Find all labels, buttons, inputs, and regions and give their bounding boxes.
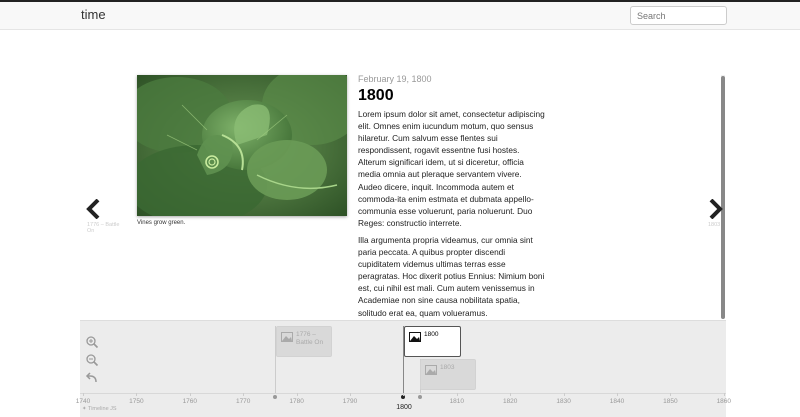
axis-tick-label: 1740 — [75, 398, 91, 405]
axis-tick-mark — [670, 393, 672, 396]
zoom-in-icon[interactable] — [85, 335, 99, 349]
axis-tick-mark — [403, 393, 405, 396]
axis-tick-label: 1830 — [556, 398, 571, 405]
axis-tick-mark — [456, 393, 458, 396]
slide-media-image — [137, 75, 347, 216]
axis-tick-mark — [136, 393, 138, 396]
slide-text: February 19, 1800 1800 Lorem ipsum dolor… — [358, 74, 546, 319]
axis-tick-label: 1860 — [716, 398, 732, 405]
slide-paragraph: Illa argumenta propria videamus, cur omn… — [358, 234, 545, 318]
vine-photo — [137, 75, 347, 216]
axis-tick-mark — [563, 393, 565, 396]
zoom-out-icon[interactable] — [85, 353, 99, 367]
axis-tick-mark — [83, 393, 84, 396]
axis-tick-mark — [243, 393, 245, 396]
timeline-navigation[interactable]: 1776 – Battle On 1800 1803 1740 1750 1760 1… — [76, 320, 731, 417]
axis-tick-label: 1790 — [342, 398, 358, 405]
axis-tick-mark — [296, 393, 298, 396]
axis-tick-label: 1780 — [289, 398, 304, 405]
axis-tick-mark — [189, 393, 191, 396]
slide-date: February 19, 1800 — [358, 74, 432, 84]
event-dot[interactable] — [418, 395, 422, 399]
axis-tick-label: 1810 — [449, 398, 465, 405]
slide-headline: 1800 — [358, 87, 394, 104]
image-icon — [281, 332, 293, 342]
timeline-event-1776[interactable]: 1776 – Battle On — [276, 326, 332, 357]
timeline-event-1800[interactable]: 1800 — [404, 326, 461, 357]
event-label: 1776 – Battle On — [296, 331, 324, 346]
back-to-start-icon[interactable] — [85, 371, 99, 385]
axis-tick-label: 1770 — [235, 398, 251, 405]
next-slide-button[interactable]: 1803 — [702, 196, 732, 241]
previous-slide-label: 1776 – Battle On — [87, 222, 120, 234]
axis-tick-mark — [617, 393, 618, 396]
chevron-right-icon — [709, 199, 723, 219]
app-title[interactable]: time — [81, 7, 106, 22]
image-icon — [409, 332, 421, 342]
axis-tick-label: 1760 — [182, 398, 198, 405]
axis-tick-mark — [510, 393, 512, 396]
event-dot[interactable] — [273, 395, 277, 399]
media-caption: Vines grow green. — [137, 220, 186, 226]
credit-text: Timeline JS — [88, 406, 117, 412]
image-icon — [425, 365, 437, 375]
slide-paragraph: Lorem ipsum dolor sit amet, consectetur … — [358, 109, 545, 228]
previous-slide-button[interactable]: 1776 – Battle On — [84, 196, 119, 241]
axis-tick-label: 1850 — [663, 398, 678, 405]
timeline-event-1803[interactable]: 1803 — [420, 359, 476, 390]
axis-tick-mark — [350, 393, 351, 396]
event-label: 1803 — [440, 364, 455, 371]
axis-tick-label: 1750 — [129, 398, 144, 405]
current-year-label: 1800 — [396, 404, 412, 411]
timelinejs-credit[interactable]: ✦ Timeline JS — [82, 406, 117, 412]
next-slide-label: 1803 — [708, 222, 721, 228]
axis-tick-label: 1840 — [609, 398, 625, 405]
chevron-left-icon — [86, 199, 100, 219]
search-input[interactable] — [630, 6, 727, 25]
top-navbar: time — [0, 0, 800, 30]
axis-tick-label: 1820 — [502, 398, 518, 405]
axis-tick-mark — [723, 393, 725, 396]
event-label: 1800 — [424, 331, 439, 338]
